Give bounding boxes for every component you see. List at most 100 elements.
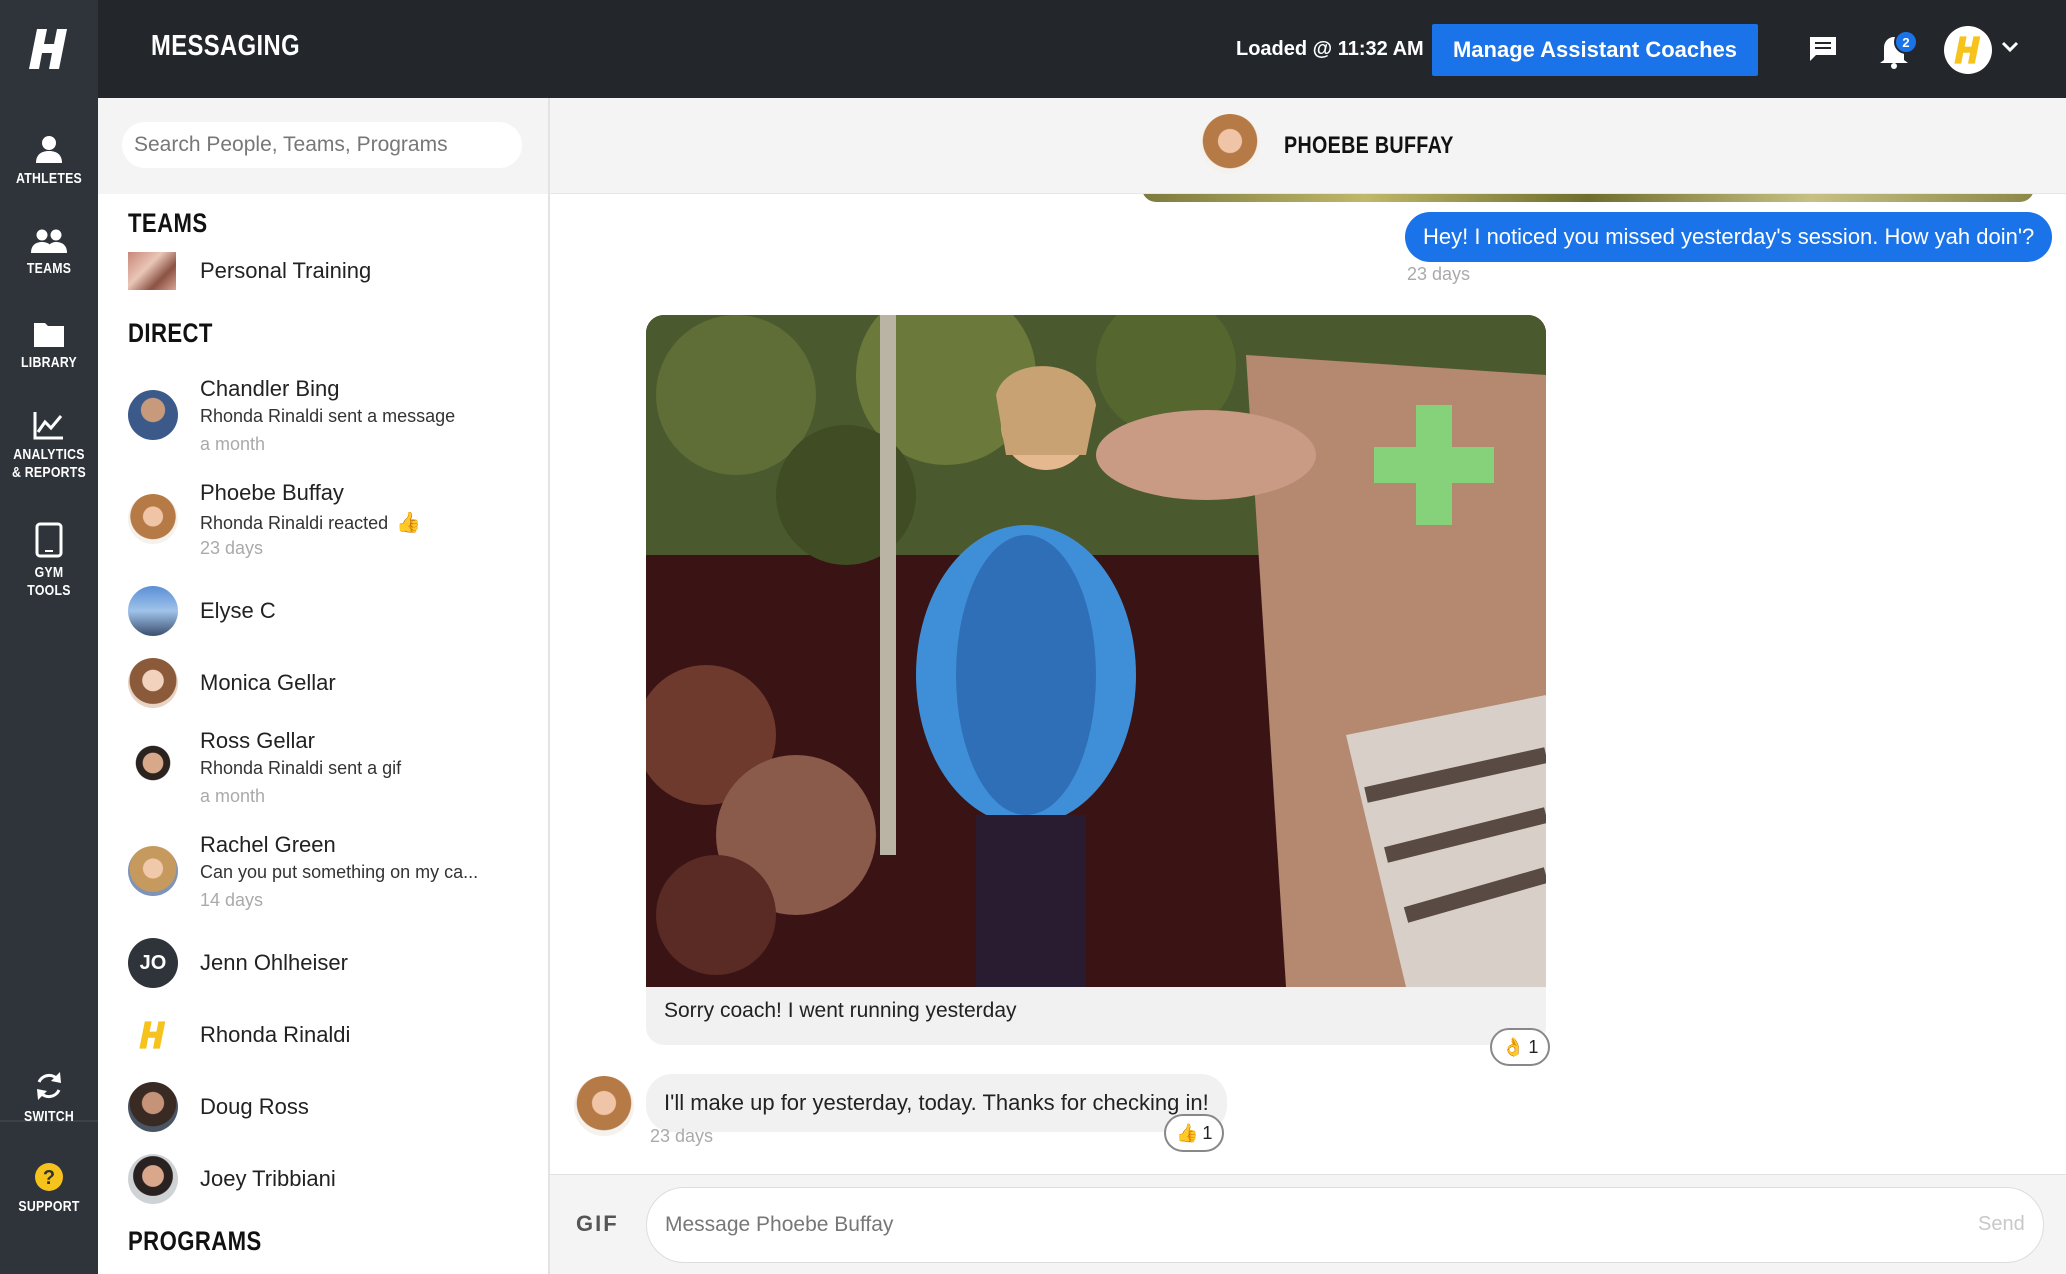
nav-label: TOOLS <box>27 582 71 599</box>
reaction-count: 1 <box>1528 1036 1539 1057</box>
chevron-down-icon[interactable] <box>2000 40 2020 54</box>
message-time: 23 days <box>650 1126 714 1146</box>
contact-name: Jenn Ohlheiser <box>200 950 348 975</box>
list-item[interactable]: Joey Tribbiani <box>128 1148 528 1208</box>
list-item[interactable]: Rhonda Rinaldi <box>128 1004 528 1064</box>
avatar <box>128 658 178 708</box>
contact-name: Elyse C <box>200 598 276 623</box>
programs-heading: PROGRAMS <box>128 1226 262 1256</box>
ok-hand-icon: 👌 <box>1502 1036 1525 1057</box>
nav-analytics-reports[interactable]: ANALYTICS & REPORTS <box>0 410 98 482</box>
list-item[interactable]: Doug Ross <box>128 1076 528 1136</box>
outgoing-message: Hey! I noticed you missed yesterday's se… <box>1405 212 2053 262</box>
list-item[interactable]: Chandler Bing Rhonda Rinaldi sent a mess… <box>128 372 528 468</box>
list-item[interactable]: Personal Training <box>128 252 528 294</box>
incoming-message: I'll make up for yesterday, today. Thank… <box>646 1074 1227 1132</box>
left-nav: ATHLETES TEAMS LIBRARY ANALYTICS & REPOR… <box>0 98 98 1274</box>
list-item[interactable]: Elyse C <box>128 580 528 640</box>
h-logo-icon <box>139 1021 166 1049</box>
list-item[interactable]: Monica Gellar <box>128 652 528 712</box>
avatar <box>128 846 178 896</box>
conversation-title: PHOEBE BUFFAY <box>1284 132 1454 159</box>
teams-heading: TEAMS <box>128 208 208 238</box>
nav-label: ANALYTICS <box>13 446 85 463</box>
message-composer: GIF Send <box>550 1174 2066 1274</box>
nav-library[interactable]: LIBRARY <box>0 320 98 372</box>
avatar[interactable] <box>1200 114 1260 174</box>
help-icon: ? <box>35 1163 63 1191</box>
notification-badge: 2 <box>1894 30 1918 54</box>
last-message: Can you put something on my ca... <box>200 862 479 882</box>
chart-line-icon <box>33 412 63 440</box>
contact-name: Joey Tribbiani <box>200 1166 336 1191</box>
avatar <box>128 586 178 636</box>
page-title: MESSAGING <box>151 30 301 62</box>
thumbs-up-icon: 👍 <box>396 512 422 534</box>
nav-label: TEAMS <box>26 260 72 277</box>
list-item[interactable]: Ross Gellar Rhonda Rinaldi sent a gif a … <box>128 724 528 820</box>
last-message-text: Rhonda Rinaldi reacted <box>200 513 389 533</box>
svg-text:?: ? <box>43 1167 55 1189</box>
search-input[interactable] <box>122 122 522 168</box>
gif-image <box>646 315 1546 987</box>
avatar <box>128 1010 178 1060</box>
avatar <box>128 1082 178 1132</box>
loaded-timestamp: Loaded @ 11:32 AM <box>1236 38 1424 60</box>
avatar <box>128 494 178 544</box>
gif-caption: Sorry coach! I went running yesterday <box>664 999 1017 1022</box>
h-logo-icon <box>1954 36 1981 64</box>
refresh-icon <box>37 1072 61 1100</box>
team-name: Personal Training <box>200 258 372 283</box>
manage-assistant-coaches-button[interactable]: Manage Assistant Coaches <box>1432 24 1758 76</box>
app-logo[interactable] <box>0 0 98 98</box>
chat-header: PHOEBE BUFFAY <box>550 98 2066 194</box>
avatar-initials: JO <box>128 938 178 988</box>
nav-label: GYM <box>34 564 64 581</box>
nav-switch[interactable]: SWITCH <box>0 1070 98 1126</box>
avatar <box>128 390 178 440</box>
thumbs-up-icon: 👍 <box>1176 1122 1199 1143</box>
avatar <box>128 1154 178 1204</box>
chat-icon[interactable] <box>1808 35 1838 63</box>
nav-label: SUPPORT <box>18 1198 80 1215</box>
contact-name: Phoebe Buffay <box>200 480 344 505</box>
nav-label: SWITCH <box>24 1108 74 1125</box>
gif-scene <box>646 315 1546 987</box>
avatar <box>574 1076 634 1136</box>
message-input[interactable] <box>646 1187 2044 1263</box>
team-thumbnail <box>128 252 176 290</box>
reaction-badge[interactable]: 👍 1 <box>1164 1114 1225 1152</box>
gif-message[interactable]: Sorry coach! I went running yesterday <box>646 315 1546 1045</box>
person-icon <box>36 136 62 163</box>
list-item[interactable]: JO Jenn Ohlheiser <box>128 932 528 992</box>
top-bar: MESSAGING Loaded @ 11:32 AM Manage Assis… <box>0 0 2066 98</box>
folder-icon <box>34 323 64 347</box>
h-logo-icon <box>29 29 67 69</box>
nav-label: & REPORTS <box>12 464 86 481</box>
nav-label: LIBRARY <box>21 354 77 371</box>
list-item[interactable]: Phoebe Buffay Rhonda Rinaldi reacted 👍 23… <box>128 476 528 572</box>
nav-athletes[interactable]: ATHLETES <box>0 134 98 188</box>
contact-name: Rhonda Rinaldi <box>200 1022 351 1047</box>
chat-area: PHOEBE BUFFAY Hey! I noticed you missed … <box>550 98 2066 1274</box>
nav-gym-tools[interactable]: GYM TOOLS <box>0 522 98 600</box>
search-area <box>98 98 548 194</box>
last-message: Rhonda Rinaldi sent a message <box>200 406 456 426</box>
user-avatar[interactable] <box>1944 26 1992 74</box>
direct-heading: DIRECT <box>128 318 213 348</box>
gif-button[interactable]: GIF <box>576 1211 619 1237</box>
list-item[interactable]: Rachel Green Can you put something on my… <box>128 828 528 924</box>
reaction-count: 1 <box>1202 1122 1213 1143</box>
reaction-badge[interactable]: 👌 1 <box>1490 1028 1551 1066</box>
nav-teams[interactable]: TEAMS <box>0 228 98 278</box>
contact-name: Monica Gellar <box>200 670 336 695</box>
tablet-icon <box>35 522 63 558</box>
message-time: a month <box>200 434 266 454</box>
last-message: Rhonda Rinaldi reacted 👍 <box>200 510 421 535</box>
nav-support[interactable]: ? SUPPORT <box>0 1162 98 1216</box>
conversation-list-panel: TEAMS Personal Training DIRECT Chandler … <box>98 98 550 1274</box>
message-time: 14 days <box>200 890 264 910</box>
contact-name: Rachel Green <box>200 832 336 857</box>
send-button[interactable]: Send <box>1978 1213 2025 1236</box>
last-message: Rhonda Rinaldi sent a gif <box>200 758 402 778</box>
